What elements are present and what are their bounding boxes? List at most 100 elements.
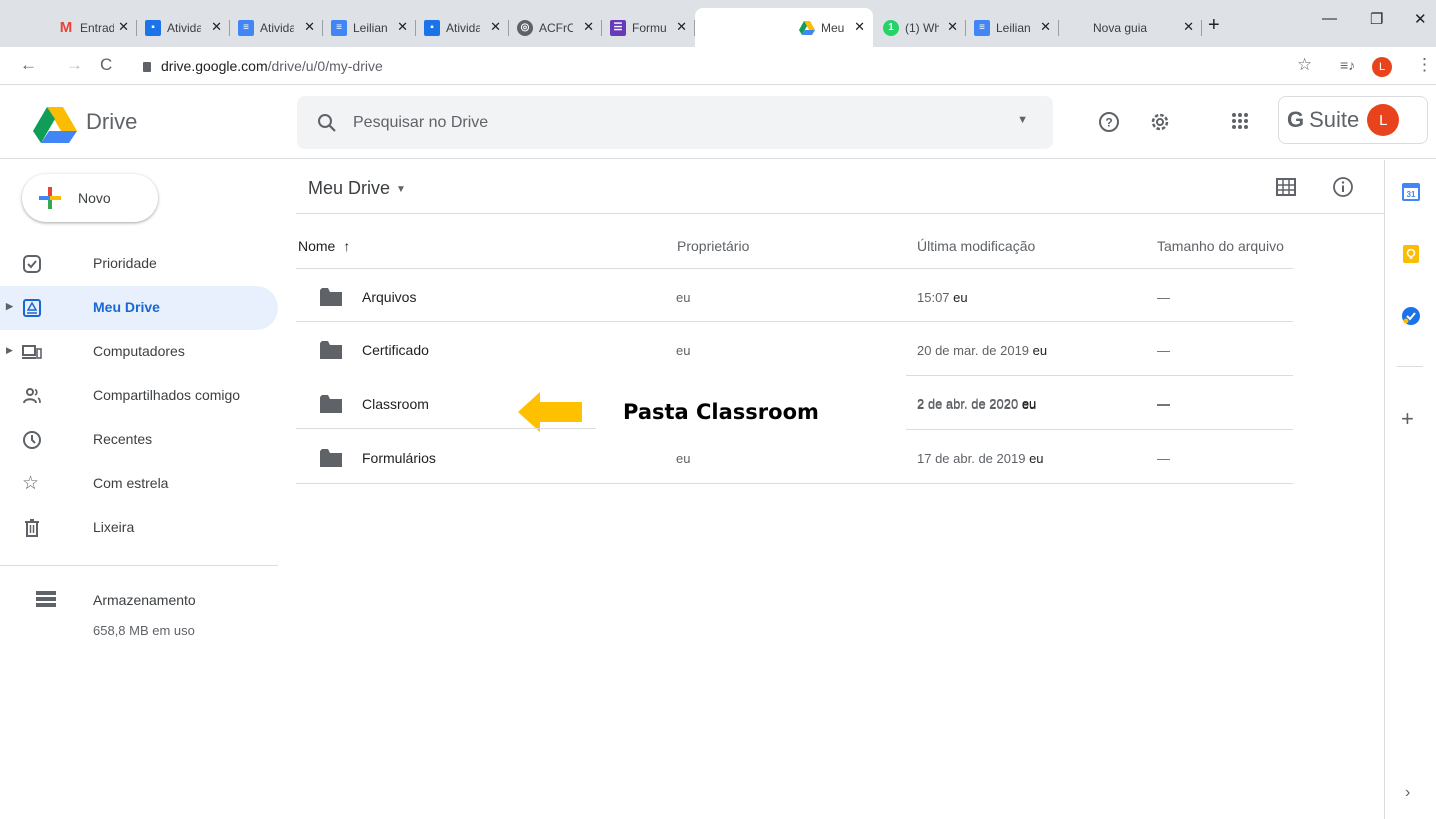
file-size: — [1157, 396, 1170, 411]
chevron-right-icon[interactable]: › [1405, 784, 1410, 802]
browser-tab[interactable]: ▪ Atividade ✕ [137, 8, 230, 47]
owner: eu [676, 451, 691, 466]
close-icon[interactable]: ✕ [676, 19, 687, 35]
column-header-owner[interactable]: Proprietário [677, 238, 749, 254]
sidebar-item-label: Recentes [93, 431, 153, 447]
side-panel: 31 + › [1384, 160, 1436, 819]
new-tab-button[interactable]: + [1208, 14, 1220, 37]
table-row[interactable]: Arquivos eu 15:07 eu — [296, 268, 1293, 322]
file-name: Classroom [362, 396, 429, 412]
restore-icon[interactable]: ❐ [1370, 10, 1383, 28]
browser-tab[interactable]: ☰ Formulários ✕ [602, 8, 695, 47]
gsuite-account-box[interactable]: G Suite L [1278, 96, 1428, 144]
browser-tab[interactable]: M Entrada ✕ [50, 8, 137, 47]
calendar-icon[interactable]: 31 [1401, 182, 1421, 207]
sidebar-item-recent[interactable]: Recentes [0, 418, 278, 462]
lock-icon [143, 62, 151, 72]
browser-tab-title: Atividade [446, 20, 480, 35]
get-addons-plus-icon[interactable]: + [1401, 406, 1414, 432]
browser-tab[interactable]: ≡ Leiliane ✕ [966, 8, 1059, 47]
keep-icon[interactable] [1401, 244, 1421, 269]
modified-by: eu [1032, 343, 1048, 358]
file-name: Formulários [362, 450, 436, 466]
table-row[interactable]: Formulários eu 17 de abr. de 2019 eu — [296, 430, 1293, 484]
profile-avatar[interactable]: L [1372, 57, 1392, 77]
sidebar-item-trash[interactable]: Lixeira [0, 506, 278, 550]
breadcrumb-current: Meu Drive [308, 178, 391, 198]
close-icon[interactable]: ✕ [1183, 19, 1194, 35]
close-icon[interactable]: ✕ [490, 19, 501, 35]
modified-date: 2 de abr. de 2020 [917, 396, 1019, 411]
search-icon[interactable] [315, 111, 339, 135]
gsuite-label: Suite [1309, 107, 1360, 132]
reload-icon[interactable]: C [100, 55, 112, 75]
close-icon[interactable]: ✕ [583, 19, 594, 35]
close-icon[interactable]: ✕ [118, 19, 129, 35]
table-row[interactable]: Certificado eu 20 de mar. de 2019 eu — [296, 322, 1293, 376]
browser-tab[interactable]: Nova guia ✕ [1059, 8, 1202, 47]
browser-tab-title: Formulários [632, 20, 666, 35]
sidebar-item-priority[interactable]: Prioridade [0, 242, 278, 286]
app-title[interactable]: Drive [86, 109, 137, 135]
column-header-modified[interactable]: Última modificação [917, 238, 1035, 254]
modified: 2 de abr. de 2020 eu [917, 396, 1036, 411]
search-options-dropdown-icon[interactable]: ▼ [1017, 114, 1028, 126]
folder-icon [320, 288, 342, 311]
bookmark-star-icon[interactable]: ☆ [1297, 55, 1312, 75]
tasks-icon[interactable] [1401, 306, 1421, 331]
expand-caret-icon[interactable]: ▶ [6, 301, 13, 312]
my-drive-icon [22, 298, 42, 318]
close-icon[interactable]: ✕ [854, 19, 865, 35]
search-input[interactable]: Pesquisar no Drive [353, 114, 488, 132]
close-icon[interactable]: ✕ [947, 19, 958, 35]
close-icon[interactable]: ✕ [211, 19, 222, 35]
settings-gear-icon[interactable] [1149, 111, 1171, 138]
grid-view-icon[interactable] [1276, 178, 1296, 201]
modified-by: eu [1029, 451, 1044, 466]
info-icon[interactable] [1332, 176, 1354, 203]
sidebar-item-my-drive[interactable]: ▶ Meu Drive [0, 286, 278, 330]
apps-grid-icon[interactable] [1230, 111, 1250, 136]
browser-toolbar: ← → C drive.google.com/drive/u/0/my-driv… [0, 47, 1436, 85]
search-bar[interactable]: Pesquisar no Drive ▼ [297, 96, 1053, 149]
minimize-icon[interactable]: — [1322, 10, 1337, 27]
drive-logo-icon[interactable] [33, 107, 77, 148]
gmail-icon: M [59, 19, 73, 36]
annotation-label: Pasta Classroom [623, 400, 819, 424]
owner: eu [676, 343, 691, 358]
browser-tab[interactable]: ▪ Atividade ✕ [416, 8, 509, 47]
modified-by: eu [1021, 396, 1037, 411]
browser-menu-icon[interactable]: ⋮ [1416, 55, 1433, 75]
sidebar-item-starred[interactable]: ☆ Com estrela [0, 462, 278, 506]
new-button[interactable]: Novo [22, 174, 158, 222]
sort-arrow-up-icon[interactable]: ↑ [343, 238, 350, 254]
breadcrumb[interactable]: Meu Drive ▼ [308, 178, 406, 199]
forward-icon[interactable]: → [66, 55, 83, 75]
column-header-size[interactable]: Tamanho do arquivo [1157, 238, 1284, 254]
sidebar-item-computers[interactable]: ▶ Computadores [0, 330, 278, 374]
folder-icon [320, 341, 342, 364]
expand-caret-icon[interactable]: ▶ [6, 345, 13, 356]
owner: eu [676, 290, 691, 305]
sidebar-item-shared[interactable]: Compartilhados comigo [0, 374, 278, 418]
browser-tab-title: Leiliane [353, 20, 387, 35]
address-bar[interactable]: drive.google.com/drive/u/0/my-drive [143, 51, 1413, 81]
close-icon[interactable]: ✕ [304, 19, 315, 35]
browser-tab[interactable]: ≡ Atividade ✕ [230, 8, 323, 47]
plus-icon [39, 187, 61, 209]
close-icon[interactable]: ✕ [1040, 19, 1051, 35]
window-close-icon[interactable]: ✕ [1414, 10, 1427, 28]
help-icon[interactable]: ? [1098, 111, 1120, 138]
close-icon[interactable]: ✕ [397, 19, 408, 35]
classroom-icon: ▪ [145, 19, 161, 36]
browser-tab[interactable]: ◎ ACFrOg ✕ [509, 8, 602, 47]
classroom-icon: ▪ [424, 19, 440, 36]
file-size: — [1157, 451, 1170, 466]
column-header-name[interactable]: Nome ↑ [298, 238, 350, 254]
browser-tab-active[interactable]: Meu Drive ✕ [695, 8, 873, 47]
back-icon[interactable]: ← [20, 55, 37, 75]
account-avatar[interactable]: L [1367, 104, 1400, 136]
browser-tab[interactable]: ≡ Leiliane ✕ [323, 8, 416, 47]
browser-tab[interactable]: 1 (1) WhatsApp ✕ [873, 8, 966, 47]
media-control-icon[interactable]: ≡♪ [1340, 57, 1355, 73]
